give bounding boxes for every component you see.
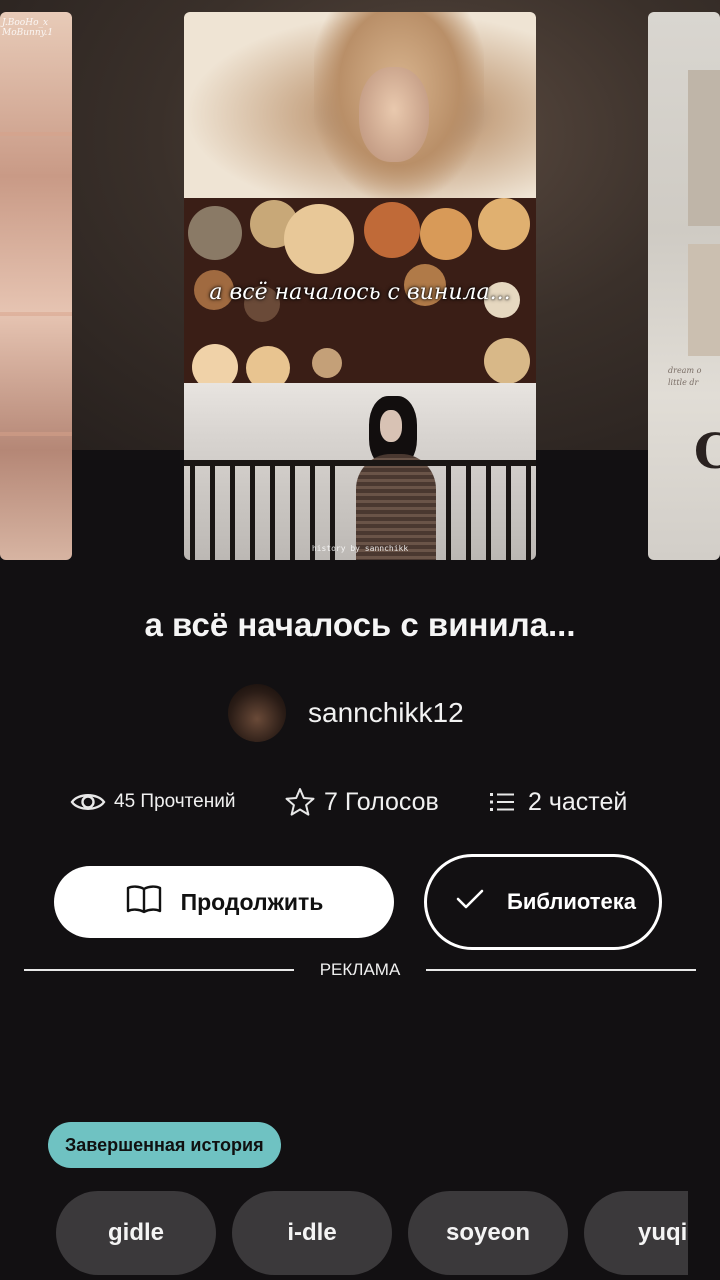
cover-credit: history by sannchikk — [311, 544, 409, 553]
votes-count: 7 Голосов — [324, 787, 439, 816]
story-stats: 45 Прочтений 7 Голосов 2 частей — [0, 780, 720, 824]
story-cover[interactable]: а всё началось с винила... history by sa… — [184, 12, 536, 560]
author-name[interactable]: sannchikk12 — [308, 697, 464, 729]
next-story-cover[interactable]: dream o little dr C — [648, 12, 720, 560]
reads-count: 45 Прочтений — [114, 791, 236, 812]
parts-count: 2 частей — [528, 787, 628, 816]
reads-stat: 45 Прочтений — [70, 780, 235, 824]
book-icon — [125, 883, 163, 921]
cover-watermark: J.BooHo_x MoBunny.1 — [2, 18, 54, 38]
tag-pill[interactable]: i-dle — [232, 1191, 392, 1275]
eye-icon — [70, 790, 106, 814]
tag-list: gidle i-dle soyeon yuqi — [56, 1191, 688, 1275]
avatar[interactable] — [228, 684, 286, 742]
ad-divider: РЕКЛАМА — [24, 958, 696, 982]
tag-pill[interactable]: yuqi — [584, 1191, 688, 1275]
previous-story-cover[interactable]: J.BooHo_x MoBunny.1 — [0, 12, 72, 560]
cover-letter: C — [694, 424, 720, 480]
add-to-library-button[interactable]: Библиотека — [424, 854, 662, 950]
votes-stat: 7 Голосов — [284, 780, 439, 824]
story-title: а всё началось с винила... — [144, 606, 576, 643]
cover-title-overlay: а всё началось с винила... — [209, 280, 511, 305]
author-link[interactable]: sannchikk12 — [228, 683, 464, 743]
cover-small-text: little dr — [668, 378, 699, 387]
cover-small-text: dream o — [668, 366, 702, 375]
check-icon — [427, 887, 485, 917]
tag-pill[interactable]: soyeon — [408, 1191, 568, 1275]
status-badge: Завершенная история — [48, 1122, 281, 1168]
continue-reading-button[interactable]: Продолжить — [54, 866, 394, 938]
continue-label: Продолжить — [180, 888, 324, 915]
tag-pill[interactable]: gidle — [56, 1191, 216, 1275]
star-icon — [284, 786, 316, 818]
parts-stat: 2 частей — [488, 780, 627, 824]
list-icon — [488, 790, 516, 814]
ad-label: РЕКЛАМА — [319, 960, 401, 979]
library-label: Библиотека — [507, 889, 637, 914]
